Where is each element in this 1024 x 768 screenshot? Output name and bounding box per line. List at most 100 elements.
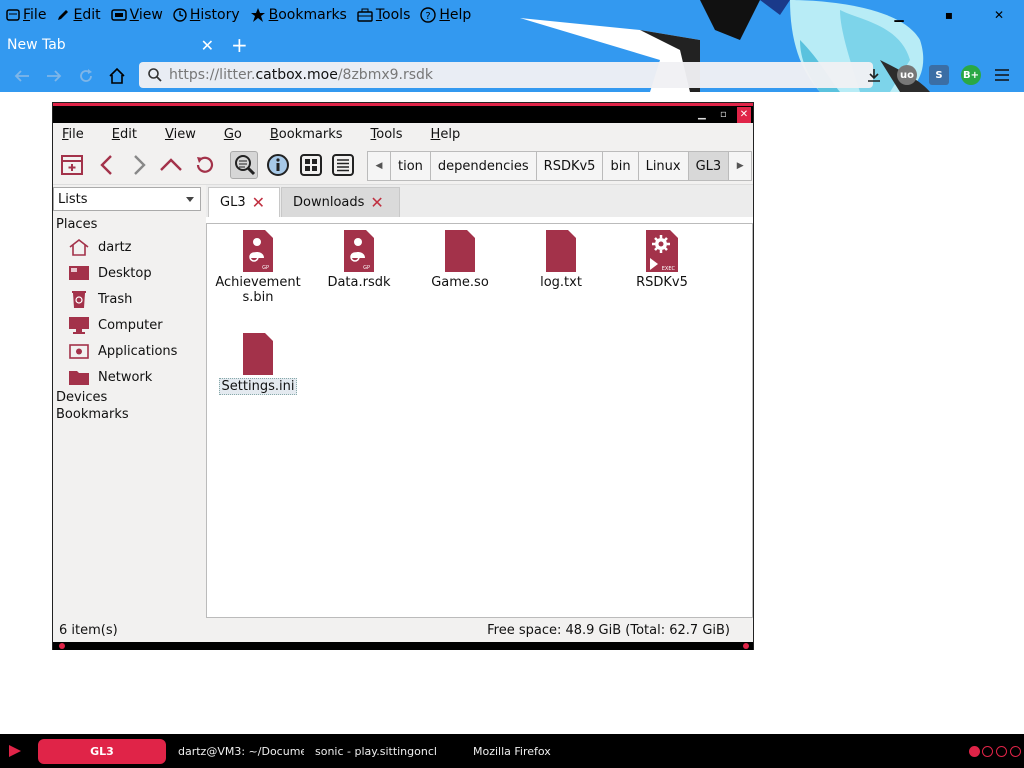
devices-heading[interactable]: Devices [56, 390, 107, 405]
resize-handle-right[interactable] [743, 643, 749, 649]
menu-bookmarks[interactable]: Bookmarks [250, 7, 347, 23]
maximize-button[interactable]: ▪ [924, 8, 974, 22]
workspace-1[interactable] [969, 746, 980, 757]
sidebar-item-computer[interactable]: Computer [67, 314, 163, 336]
window-titlebar[interactable]: ▁ ▫ ✕ [53, 103, 753, 123]
bookmarks-heading[interactable]: Bookmarks [56, 407, 129, 422]
forward-button[interactable] [125, 151, 153, 179]
downloads-button[interactable] [864, 65, 884, 85]
menu-edit[interactable]: Edit [56, 7, 101, 23]
tab-new-tab[interactable]: New Tab ✕ [0, 30, 224, 60]
fm-menu-view[interactable]: View [165, 127, 210, 142]
info-button[interactable] [264, 151, 292, 179]
fm-minimize-button[interactable]: ▁ [698, 109, 706, 120]
fm-close-button[interactable]: ✕ [737, 107, 751, 123]
search-toggle-button[interactable] [230, 151, 258, 179]
home-icon [109, 67, 125, 84]
breadcrumb-scroll-left[interactable]: ◀ [367, 151, 391, 181]
url-bar[interactable]: https://litter. catbox.moe/8zbmx9.rsdk [139, 62, 873, 88]
sidebar-item-desktop[interactable]: Desktop [67, 262, 152, 284]
places-heading[interactable]: Places [56, 217, 97, 232]
back-button[interactable] [93, 151, 121, 179]
fm-menu-tools[interactable]: Tools [371, 127, 417, 142]
menu-file[interactable]: File [6, 7, 46, 23]
fm-menu-go[interactable]: Go [224, 127, 256, 142]
file-view[interactable]: GP Achievement s.bin GP Data.rsdk Game.so… [206, 223, 753, 618]
breadcrumb-item[interactable]: Linux [637, 151, 689, 181]
sidebar-item-dartz[interactable]: dartz [67, 236, 131, 258]
menu-view[interactable]: View [110, 7, 163, 23]
file-item-rsdkv5[interactable]: EXEC RSDKv5 [617, 230, 707, 290]
tab-gl3[interactable]: GL3 ✕ [208, 187, 280, 217]
fm-menu-edit[interactable]: Edit [112, 127, 151, 142]
close-tab-icon[interactable]: ✕ [201, 36, 214, 55]
side-pane-selector[interactable]: Lists [53, 187, 201, 211]
resize-handle-left[interactable] [59, 643, 65, 649]
document-icon [243, 333, 273, 375]
sidebar-item-label: Trash [98, 291, 133, 307]
new-tab-button[interactable]: + [231, 33, 248, 57]
sidebar-item-applications[interactable]: Applications [67, 340, 177, 362]
close-tab-icon[interactable]: ✕ [370, 193, 383, 212]
workspace-4[interactable] [1010, 746, 1021, 757]
icon-view-button[interactable] [297, 151, 325, 179]
new-tab-button[interactable] [58, 151, 86, 179]
tools-icon [357, 8, 373, 22]
workspace-2[interactable] [982, 746, 993, 757]
breadcrumb-item[interactable]: RSDKv5 [535, 151, 604, 181]
sidebar-item-trash[interactable]: Trash [67, 288, 132, 310]
menu-tools[interactable]: Tools [357, 7, 410, 23]
breadcrumb-scroll-right[interactable]: ▶ [728, 151, 753, 181]
file-name: Game.so [431, 275, 489, 290]
window-controls: ▁ ▪ ✕ [874, 0, 1024, 30]
file-item-settings-ini[interactable]: Settings.ini [213, 333, 303, 395]
tab-title: New Tab [7, 37, 66, 53]
tab-downloads[interactable]: Downloads ✕ [281, 187, 400, 217]
sidebar-item-label: dartz [98, 239, 132, 255]
workspace-3[interactable] [996, 746, 1007, 757]
close-tab-icon[interactable]: ✕ [252, 193, 265, 212]
task-gl3[interactable]: GL3 [38, 739, 166, 764]
stylus-extension-icon[interactable]: S [929, 65, 949, 85]
sidebar-item-network[interactable]: Network [67, 366, 152, 388]
menu-history[interactable]: History [173, 7, 240, 23]
task-firefox[interactable]: Mozilla Firefox [473, 739, 593, 764]
b-plus-extension-icon[interactable]: B+ [961, 65, 981, 85]
task-sonic[interactable]: sonic - play.sittingoncl [315, 739, 441, 764]
applications-icon [67, 341, 91, 361]
file-item-achievements-bin[interactable]: GP Achievement s.bin [213, 230, 303, 305]
file-item-game-so[interactable]: Game.so [415, 230, 505, 290]
fm-menu-file[interactable]: File [62, 127, 98, 142]
breadcrumb-item[interactable]: tion [390, 151, 431, 181]
forward-button[interactable] [43, 66, 65, 86]
url-host: catbox.moe [255, 67, 338, 83]
reload-button[interactable] [75, 66, 97, 86]
minimize-button[interactable]: ▁ [874, 8, 924, 22]
gpl-file-icon: GP [243, 230, 273, 272]
fm-menu-help[interactable]: Help [431, 127, 475, 142]
forward-chevron-icon [134, 155, 146, 175]
breadcrumb-item-current[interactable]: GL3 [687, 151, 730, 181]
refresh-button[interactable] [191, 151, 219, 179]
breadcrumb-item[interactable]: dependencies [429, 151, 537, 181]
svg-text:?: ? [426, 11, 431, 22]
breadcrumb-item[interactable]: bin [602, 151, 639, 181]
file-item-data-rsdk[interactable]: GP Data.rsdk [314, 230, 404, 290]
menu-help[interactable]: ? Help [420, 7, 471, 23]
ublock-extension-icon[interactable]: uo [897, 65, 917, 85]
file-name: Achievement [215, 275, 301, 290]
fm-menu-bookmarks[interactable]: Bookmarks [270, 127, 357, 142]
file-item-log-txt[interactable]: log.txt [516, 230, 606, 290]
app-menu-button[interactable] [992, 65, 1012, 85]
back-button[interactable] [11, 66, 33, 86]
list-view-button[interactable] [329, 151, 357, 179]
task-terminal[interactable]: dartz@VM3: ~/Docume [178, 739, 304, 764]
close-window-button[interactable]: ✕ [974, 8, 1024, 22]
item-count: 6 item(s) [59, 622, 118, 638]
start-menu-icon[interactable] [9, 745, 21, 757]
home-button[interactable] [106, 66, 128, 86]
fm-maximize-button[interactable]: ▫ [720, 109, 727, 120]
file-manager-window: ▁ ▫ ✕ File Edit View Go Bookmarks Tools … [52, 102, 754, 650]
up-button[interactable] [157, 151, 185, 179]
hamburger-menu-icon [995, 69, 1009, 81]
